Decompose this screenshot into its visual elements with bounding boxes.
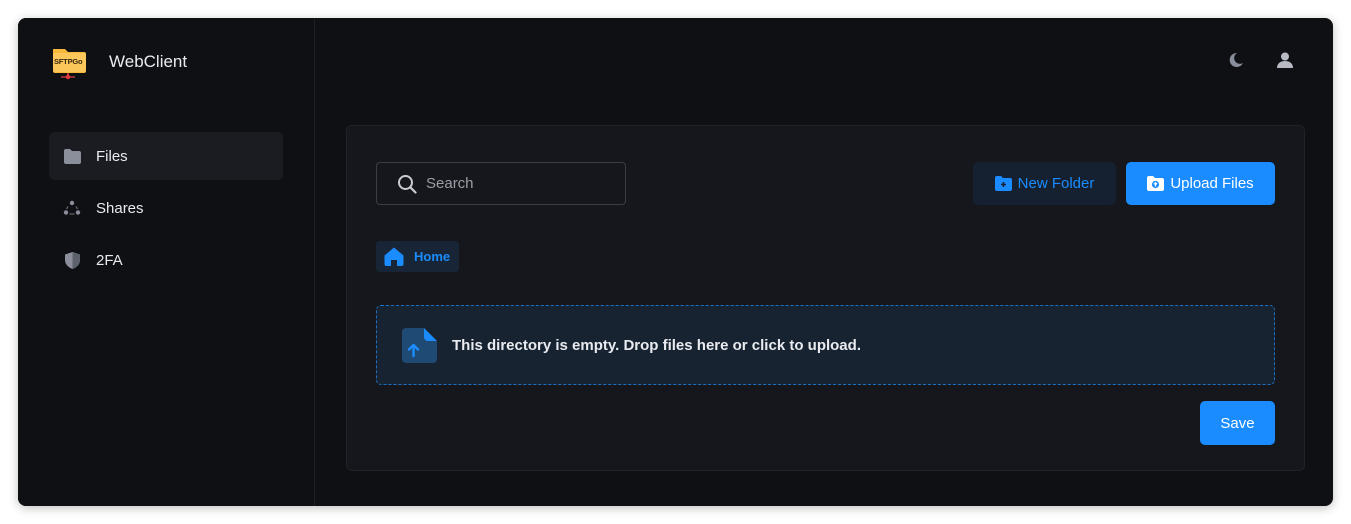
search-box[interactable] [376, 162, 626, 205]
folder-plus-icon [994, 176, 1012, 191]
search-input[interactable] [426, 175, 616, 192]
sidebar-item-label: Shares [96, 199, 144, 217]
save-button[interactable]: Save [1200, 401, 1275, 445]
sidebar-item-files[interactable]: Files [49, 132, 283, 180]
shield-icon [63, 251, 81, 269]
sidebar-item-shares[interactable]: Shares [49, 184, 283, 232]
search-icon [397, 174, 417, 194]
sidebar-item-label: 2FA [96, 251, 123, 269]
brand-title: WebClient [109, 52, 188, 71]
sidebar-nav: Files Shares 2FA [49, 132, 283, 288]
upload-files-button[interactable]: Upload Files [1126, 162, 1275, 205]
sidebar: SFTPGo WebClient Files Shares 2FA [18, 18, 315, 506]
upload-files-label: Upload Files [1170, 175, 1254, 192]
file-upload-icon [402, 327, 437, 363]
folder-icon [63, 147, 81, 165]
user-menu-icon[interactable] [1275, 50, 1295, 70]
sftpgo-logo: SFTPGo [51, 43, 87, 81]
theme-toggle-moon-icon[interactable] [1226, 50, 1246, 70]
folder-upload-icon [1147, 176, 1165, 191]
share-icon [63, 199, 81, 217]
new-folder-label: New Folder [1017, 175, 1095, 192]
home-icon [384, 247, 404, 266]
new-folder-button[interactable]: New Folder [973, 162, 1116, 205]
brand[interactable]: SFTPGo WebClient [51, 43, 187, 81]
save-label: Save [1220, 414, 1255, 432]
sidebar-item-label: Files [96, 147, 128, 165]
files-card: New Folder Upload Files Home [346, 125, 1305, 471]
app-window: SFTPGo WebClient Files Shares 2FA Search… [18, 18, 1333, 506]
upload-dropzone[interactable]: This directory is empty. Drop files here… [376, 305, 1275, 385]
sidebar-item-2fa[interactable]: 2FA [49, 236, 283, 284]
breadcrumb-home[interactable]: Home [376, 241, 459, 272]
dropzone-message: This directory is empty. Drop files here… [452, 336, 861, 354]
breadcrumb-label: Home [414, 249, 451, 264]
